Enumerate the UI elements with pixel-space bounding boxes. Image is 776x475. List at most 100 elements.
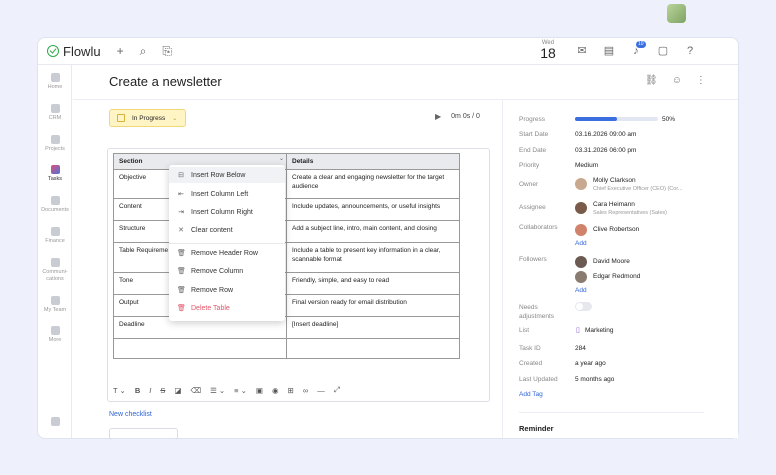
documents-icon [50,196,60,205]
content-table[interactable]: Section Details Objective Create a clear … [113,153,460,359]
progress-bar[interactable] [575,117,658,121]
menu-remove-row[interactable]: 🗑 Remove Row [169,282,285,298]
end-date-label: End Date [519,147,547,154]
needs-adjustments-toggle[interactable] [575,302,592,311]
help-icon[interactable]: ? [683,44,697,58]
follower-name[interactable]: Edgar Redmond [593,273,640,280]
progress-value: 50% [662,116,676,123]
eraser-icon[interactable]: ⌫ [190,386,201,395]
followers-label: Followers [519,256,547,263]
add-collaborator-link[interactable]: Add [575,240,587,247]
timer: ▶ 0m 0s / 0 [435,112,480,121]
owner-name[interactable]: Molly Clarkson [593,177,636,184]
priority-value[interactable]: Medium [575,162,598,169]
table-cell[interactable]: [Insert deadline] [286,316,460,339]
plus-icon[interactable]: + [117,44,124,58]
sidebar-bottom-icon[interactable] [38,417,72,428]
table-row: Deadline [Insert deadline] [113,316,460,339]
expand-icon[interactable]: ⤢ [334,385,340,395]
menu-insert-column-left[interactable]: ⇤ Insert Column Left [169,186,285,202]
sidebar-item-my-team[interactable]: My Team [38,296,72,313]
sidebar-item-label: CRM [48,115,62,121]
menu-clear-content[interactable]: ✕ Clear content [169,222,285,238]
sidebar-item-crm[interactable]: CRM [38,104,72,121]
grid-icon [50,326,60,335]
italic-icon[interactable]: I [149,386,151,395]
menu-separator [169,243,285,244]
strikethrough-icon[interactable]: S [160,386,165,395]
clear-icon: ✕ [178,227,184,234]
menu-insert-row-below[interactable]: ⊟ Insert Row Below [169,167,285,183]
sidebar-item-projects[interactable]: Projects [38,135,72,152]
video-icon[interactable]: ◉ [272,386,279,395]
highlight-icon[interactable]: ◪ [174,386,181,395]
sidebar-item-finance[interactable]: Finance [38,227,72,244]
trash-icon: 🗑 [177,250,186,257]
horizontal-rule-icon[interactable]: — [317,386,325,395]
menu-delete-table[interactable]: 🗑 Delete Table [169,300,285,316]
more-icon[interactable]: ⋮ [696,75,706,86]
mail-icon[interactable]: ✉ [575,44,589,58]
sidebar-item-documents[interactable]: Documents [38,196,72,213]
menu-remove-header-row[interactable]: 🗑 Remove Header Row [169,245,285,261]
list-icon[interactable]: ☰ ⌄ [210,386,225,395]
status-dropdown[interactable]: In Progress ⌄ [109,109,186,127]
table-cell[interactable]: Add a subject line, intro, main content,… [286,220,460,243]
sidebar-item-tasks[interactable]: Tasks [38,165,72,182]
follower-avatar [575,271,587,283]
sidebar-item-more[interactable]: More [38,326,72,343]
menu-insert-column-right[interactable]: ⇥ Insert Column Right [169,204,285,220]
sidebar-item-communications[interactable]: Communi- cations [38,258,72,283]
end-date-value[interactable]: 03.31.2026 06:00 pm [575,147,636,154]
menu-item-label: Remove Column [191,267,244,275]
table-cell[interactable]: Create a clear and engaging newsletter f… [286,169,460,199]
add-tag-link[interactable]: Add Tag [519,391,543,398]
new-checklist-link[interactable]: New checklist [109,411,152,418]
menu-item-label: Delete Table [191,304,230,312]
image-icon[interactable]: ▣ [256,386,263,395]
logo[interactable]: Flowlu [47,44,101,59]
add-follower-link[interactable]: Add [575,287,587,294]
link-icon[interactable]: ⛓ [645,75,658,86]
table-header-cell[interactable]: Details [286,153,460,170]
user-avatar[interactable] [667,4,686,23]
sidebar-item-home[interactable]: Home [38,73,72,90]
add-user-icon[interactable]: ☺ [672,75,682,86]
created-label: Created [519,360,543,367]
progress-fill [575,117,617,121]
table-cell[interactable]: Include updates, announcements, or usefu… [286,198,460,221]
table-cell[interactable] [286,338,460,359]
list-value[interactable]: Marketing [585,327,614,334]
collaborator-name[interactable]: Clive Robertson [593,226,639,233]
tasks-shortcut-icon[interactable]: ⎘ [162,44,172,59]
sidebar-item-label: Documents [41,207,69,213]
table-cell[interactable] [113,338,287,359]
date-widget[interactable]: Wed 18 [538,40,558,60]
table-cell[interactable]: Friendly, simple, and easy to read [286,272,460,295]
task-id-label: Task ID [519,345,541,352]
search-icon[interactable]: ⌕ [140,44,147,59]
table-row: Table Requireme Include a table to presen… [113,242,460,273]
table-icon[interactable]: ⊞ [288,386,294,395]
table-cell[interactable]: Final version ready for email distributi… [286,294,460,317]
link-icon[interactable]: ∞ [303,386,308,395]
menu-remove-column[interactable]: 🗑 Remove Column [169,263,285,279]
sidebar-item-label: Communi- cations [42,269,68,282]
text-style-icon[interactable]: T ⌄ [113,386,126,395]
assignee-avatar [575,202,587,214]
attach-files-button[interactable] [109,428,178,440]
assignee-name[interactable]: Cara Heimann [593,201,635,208]
chat-icon[interactable]: ▢ [656,44,670,58]
cell-menu-chevron-icon[interactable]: ⌄ [279,155,284,162]
logo-text: Flowlu [63,43,101,59]
bell-icon[interactable]: ♪ 10 [629,41,646,58]
align-icon[interactable]: ≡ ⌄ [234,386,247,395]
follower-name[interactable]: David Moore [593,258,630,265]
owner-role: Chief Executive Officer (CEO) (Cor... [593,186,683,192]
start-date-value[interactable]: 03.16.2026 09:00 am [575,131,636,138]
bold-icon[interactable]: B [135,386,140,395]
table-cell[interactable]: Include a table to present key informati… [286,242,460,273]
details-divider [519,412,704,413]
board-icon[interactable]: ▤ [602,44,616,58]
play-icon[interactable]: ▶ [435,112,441,121]
